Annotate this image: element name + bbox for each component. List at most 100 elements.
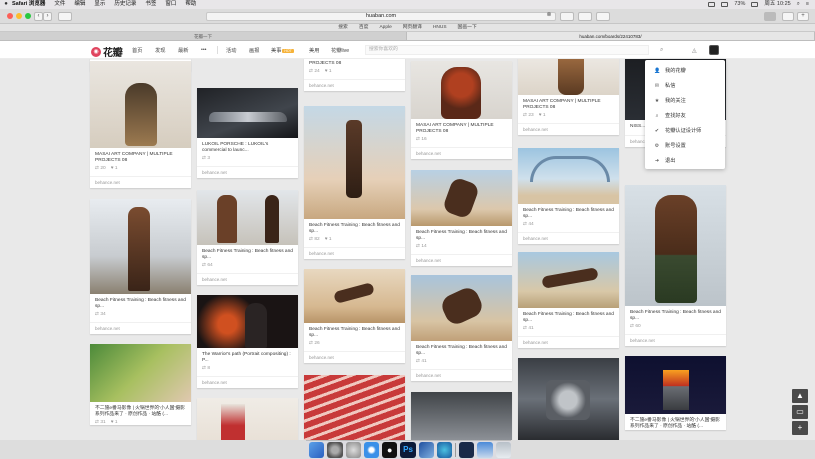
bell-icon[interactable]: ◬: [692, 47, 697, 54]
bookmark-item[interactable]: HNUS: [433, 24, 447, 31]
reader-icon[interactable]: [560, 12, 574, 21]
menu-history[interactable]: 历史记录: [114, 0, 136, 9]
pin-card[interactable]: [304, 375, 405, 440]
pin-source[interactable]: behance.net: [304, 351, 405, 363]
nav-meishi[interactable]: 美事 HOT: [271, 47, 294, 54]
pin-image[interactable]: [625, 356, 726, 414]
trash-icon[interactable]: [495, 442, 512, 458]
nav-home[interactable]: 首页: [132, 47, 142, 54]
notification-icon[interactable]: ≡: [806, 0, 809, 9]
pin-image[interactable]: [518, 252, 619, 308]
new-tab-button[interactable]: +: [797, 12, 809, 21]
dropdown-item-find-friends[interactable]: ⌕ 查找好友: [645, 108, 725, 123]
pin-image[interactable]: [411, 392, 512, 440]
pin-card[interactable]: Beach Fitness Training : Beach fitness a…: [411, 170, 512, 266]
pin-card[interactable]: [518, 358, 619, 440]
bookmark-item[interactable]: 百度: [359, 24, 369, 31]
pin-image[interactable]: [304, 375, 405, 440]
menu-window[interactable]: 窗口: [165, 0, 176, 9]
tabs-overview-icon[interactable]: [596, 12, 610, 21]
pin-source[interactable]: behance.net: [625, 334, 726, 346]
downloads-icon[interactable]: [477, 442, 493, 458]
safari-icon[interactable]: [363, 442, 380, 458]
search-icon[interactable]: ⌕: [797, 0, 800, 9]
pin-card[interactable]: Beach Fitness Training : Beach fitness a…: [197, 190, 298, 285]
launchpad-icon[interactable]: [345, 442, 361, 458]
pin-source[interactable]: behance.net: [90, 176, 191, 188]
pin-card[interactable]: 不二施e番马影像 | 火锅世界的'小人国'摄影系列作品来了 · 原创作品 · 站…: [625, 356, 726, 430]
clear-url-icon[interactable]: ⊗: [545, 12, 553, 21]
system-prefs-icon[interactable]: [327, 442, 343, 458]
pin-image[interactable]: [90, 199, 191, 294]
tab-1[interactable]: 花瓣一下: [0, 32, 407, 40]
pin-image[interactable]: [518, 59, 619, 95]
address-bar[interactable]: huaban.com: [206, 12, 556, 21]
nav-live[interactable]: 花瓣live: [331, 47, 349, 54]
pin-image[interactable]: [90, 61, 191, 148]
pin-card[interactable]: Beach Fitness Training : Beach fitness a…: [411, 275, 512, 381]
tab-2[interactable]: huaban.com/boards/22410783/: [407, 32, 815, 40]
dropdown-item-account-settings[interactable]: ⚙ 账号设置: [645, 138, 725, 153]
photoshop-icon[interactable]: Ps: [400, 442, 416, 458]
pin-image[interactable]: [518, 148, 619, 204]
search-input[interactable]: 搜索你喜欢的: [365, 45, 649, 55]
pin-source[interactable]: behance.net: [197, 376, 298, 388]
dropdown-item-verified-designer[interactable]: ✔ 花瓣认证设计师: [645, 123, 725, 138]
pin-card[interactable]: MASAI ART COMPANY | MULTIPLE PROJECTS 08…: [90, 61, 191, 188]
pin-image[interactable]: [304, 269, 405, 323]
menu-help[interactable]: 帮助: [185, 0, 196, 9]
menu-edit[interactable]: 编辑: [74, 0, 85, 9]
dropdown-item-messages[interactable]: ✉ 私信: [645, 78, 725, 93]
site-logo[interactable]: ◉ 花瓣: [91, 44, 123, 59]
bookmark-item[interactable]: 网页翻译: [403, 24, 422, 31]
battery-level[interactable]: 73%: [734, 0, 745, 9]
status-icon[interactable]: [708, 2, 716, 7]
pin-image[interactable]: [411, 61, 512, 119]
close-window-button[interactable]: [7, 13, 13, 19]
pin-card[interactable]: LUKOIL PORSCHE : LUKOIL's commercial to …: [197, 88, 298, 178]
back-button[interactable]: ‹: [34, 12, 43, 21]
pin-card[interactable]: MASAI ART COMPANY | MULTIPLE PROJECTS 08…: [518, 59, 619, 135]
pin-image[interactable]: [197, 190, 298, 245]
pin-card[interactable]: [411, 392, 512, 440]
feedback-button[interactable]: ▭: [792, 405, 808, 419]
pin-image[interactable]: [197, 398, 298, 440]
menu-view[interactable]: 显示: [94, 0, 105, 9]
scroll-top-button[interactable]: ▲: [792, 389, 808, 403]
pin-card[interactable]: Beach Fitness Training : Beach fitness a…: [304, 269, 405, 363]
nav-meiyong[interactable]: 美用: [309, 47, 319, 54]
download-icon[interactable]: [782, 12, 794, 21]
menu-file[interactable]: 文件: [54, 0, 65, 9]
pin-source[interactable]: behance.net: [411, 147, 512, 159]
pin-card[interactable]: [197, 398, 298, 440]
pin-source[interactable]: behance.net: [518, 336, 619, 348]
pin-source[interactable]: behance.net: [90, 322, 191, 334]
nav-more[interactable]: •••: [201, 47, 206, 53]
pin-image[interactable]: [518, 358, 619, 440]
add-pin-button[interactable]: +: [792, 421, 808, 435]
dropdown-item-my-huaban[interactable]: 👤 我的花瓣: [645, 63, 725, 78]
pin-source[interactable]: behance.net: [197, 166, 298, 178]
zoom-window-button[interactable]: [25, 13, 31, 19]
share-icon[interactable]: [578, 12, 592, 21]
menu-bookmarks[interactable]: 书签: [145, 0, 156, 9]
pin-image[interactable]: [197, 295, 298, 348]
pin-card[interactable]: Beach Fitness Training : Beach fitness a…: [518, 252, 619, 348]
qq-icon[interactable]: ●: [382, 442, 398, 458]
pin-card[interactable]: The Warrior's path (Portrait compositing…: [197, 295, 298, 388]
apple-icon[interactable]: ●: [0, 0, 12, 9]
clock[interactable]: 周五 10:25: [764, 0, 790, 9]
nav-magazine[interactable]: 画报: [249, 47, 259, 54]
minimize-window-button[interactable]: [16, 13, 22, 19]
pin-source[interactable]: behance.net: [518, 232, 619, 244]
pin-source[interactable]: behance.net: [411, 254, 512, 266]
app-icon[interactable]: [418, 442, 434, 458]
pin-card[interactable]: Beach Fitness Training : Beach fitness a…: [304, 106, 405, 259]
pin-source[interactable]: behance.net: [411, 369, 512, 381]
dropdown-item-logout[interactable]: ➜ 退出: [645, 153, 725, 168]
pin-card[interactable]: Beach Fitness Training : Beach fitness a…: [518, 148, 619, 244]
search-icon[interactable]: ⌕: [660, 47, 663, 54]
finder-icon[interactable]: [309, 442, 325, 458]
pin-card[interactable]: Beach Fitness Training : Beach fitness a…: [90, 199, 191, 334]
pin-image[interactable]: [625, 185, 726, 306]
